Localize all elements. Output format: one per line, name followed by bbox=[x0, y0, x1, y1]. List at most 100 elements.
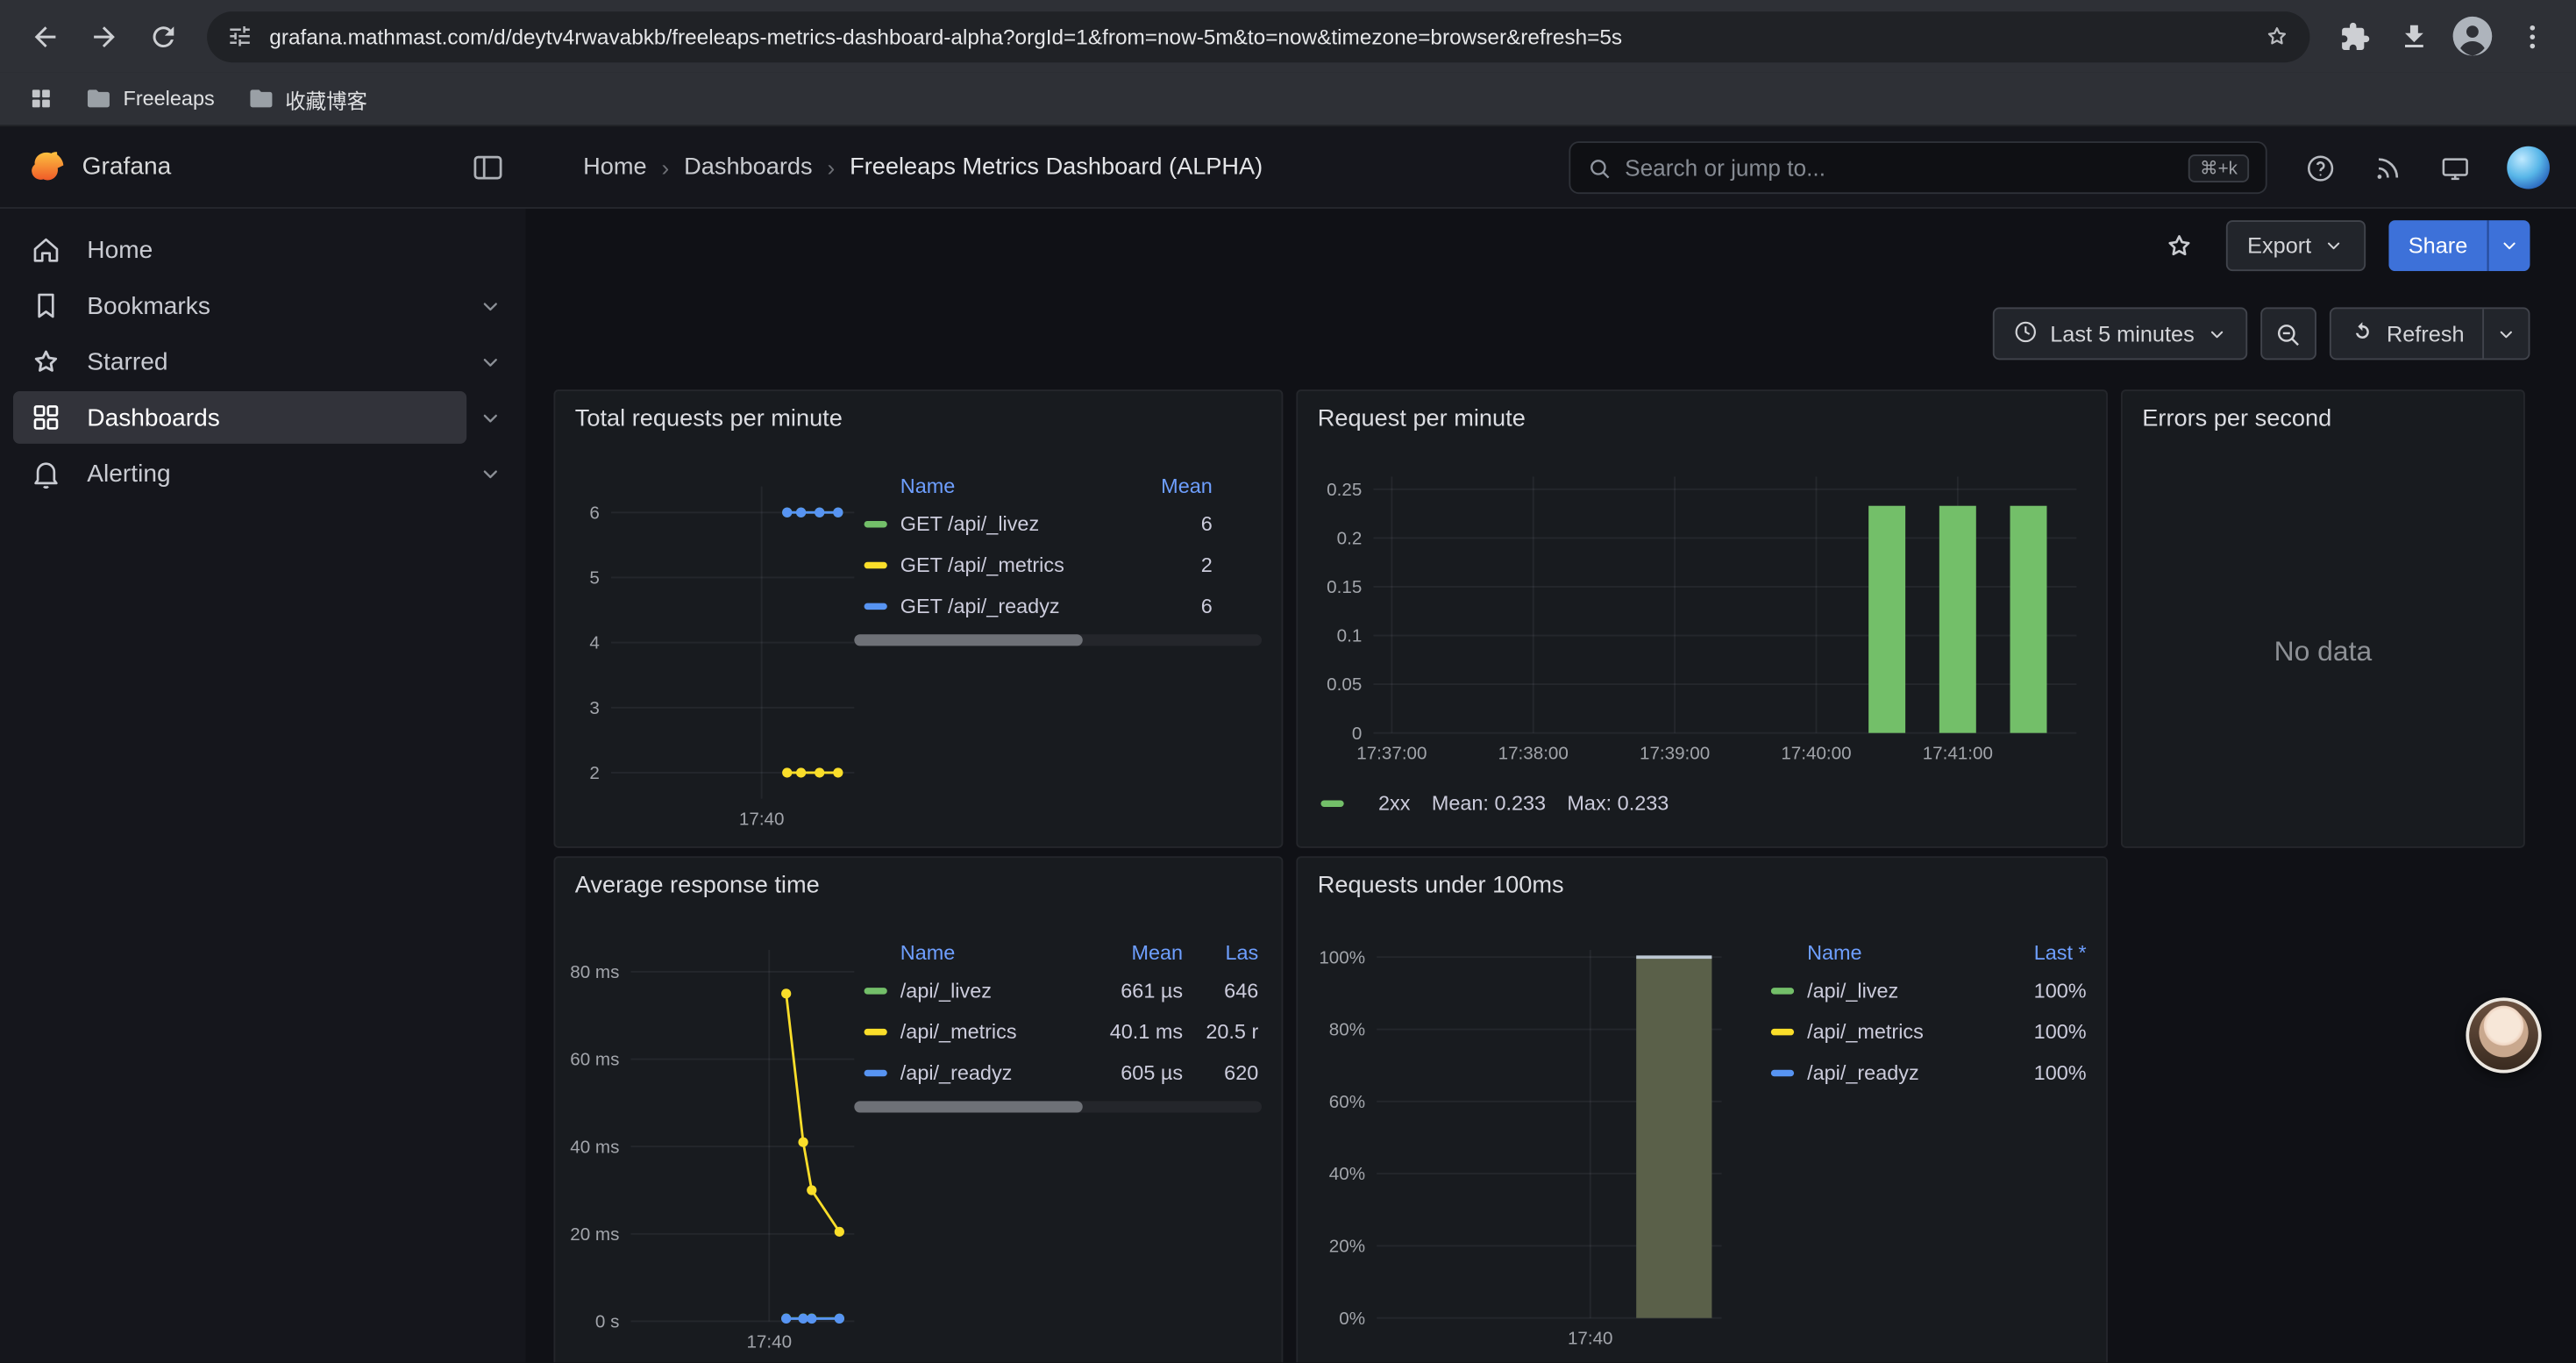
svg-text:17:37:00: 17:37:00 bbox=[1356, 744, 1427, 764]
browser-toolbar: grafana.mathmast.com/d/deytv4rwavabkb/fr… bbox=[0, 0, 2576, 72]
svg-text:100%: 100% bbox=[1319, 947, 1365, 967]
url-text[interactable]: grafana.mathmast.com/d/deytv4rwavabkb/fr… bbox=[269, 24, 2247, 48]
request-per-minute-chart[interactable]: 0.250.20.150.10.05017:37:0017:38:0017:39… bbox=[1311, 470, 2096, 776]
legend-row[interactable]: /api/_livez100% bbox=[1771, 969, 2087, 1010]
requests-under-100ms-chart[interactable]: 100%80%60%40%20%0%17:40 bbox=[1311, 937, 1741, 1362]
panel-title[interactable]: Errors per second bbox=[2123, 391, 2523, 447]
legend-sort-col[interactable]: Mean bbox=[1087, 942, 1183, 965]
svg-text:0.25: 0.25 bbox=[1327, 480, 1362, 500]
svg-text:60 ms: 60 ms bbox=[570, 1050, 619, 1070]
share-button[interactable]: Share bbox=[2388, 220, 2487, 271]
chevron-down-icon[interactable] bbox=[466, 339, 512, 384]
panel-requests-under-100ms: Requests under 100ms 100%80%60%40%20%0%1… bbox=[1296, 856, 2108, 1362]
series-name: /api/_metrics bbox=[1807, 1020, 2001, 1043]
legend-row[interactable]: /api/_metrics40.1 ms20.5 r bbox=[865, 1010, 1259, 1052]
scrollbar-thumb[interactable] bbox=[854, 1101, 1082, 1112]
series-name: /api/_readyz bbox=[900, 1060, 1088, 1083]
legend-row[interactable]: /api/_livez661 µs646 bbox=[865, 969, 1259, 1010]
panel-title[interactable]: Average response time bbox=[555, 858, 1281, 914]
svg-text:40%: 40% bbox=[1329, 1164, 1365, 1184]
time-range-button[interactable]: Last 5 minutes bbox=[1995, 309, 2245, 358]
breadcrumb-item: Freeleaps Metrics Dashboard (ALPHA) bbox=[850, 154, 1263, 181]
chevron-down-icon[interactable] bbox=[466, 450, 512, 496]
legend-row[interactable]: /api/_readyz100% bbox=[1771, 1052, 2087, 1093]
legend-row[interactable]: /api/_metrics100% bbox=[1771, 1010, 2087, 1052]
legend-scrollbar[interactable] bbox=[854, 634, 1262, 646]
series-value: 100% bbox=[2001, 1020, 2086, 1043]
floating-assistant-avatar[interactable] bbox=[2466, 997, 2541, 1073]
browser-menu-icon[interactable] bbox=[2504, 8, 2560, 64]
series-name: GET /api/_livez bbox=[900, 512, 1121, 535]
refresh-interval-caret[interactable] bbox=[2482, 309, 2528, 358]
clock-icon bbox=[2012, 318, 2039, 350]
reload-button[interactable] bbox=[135, 8, 191, 64]
back-button[interactable] bbox=[17, 8, 73, 64]
address-bar[interactable]: grafana.mathmast.com/d/deytv4rwavabkb/fr… bbox=[207, 11, 2309, 61]
kiosk-monitor-icon[interactable] bbox=[2439, 152, 2471, 183]
sidebar-item-starred[interactable]: Starred bbox=[13, 335, 466, 388]
legend-row[interactable]: GET /api/_metrics2 bbox=[865, 544, 1213, 585]
extensions-icon[interactable] bbox=[2326, 8, 2382, 64]
series-name: /api/_livez bbox=[900, 979, 1088, 1002]
panel-errors-per-second: Errors per second No data bbox=[2121, 389, 2525, 848]
average-response-time-chart[interactable]: 80 ms60 ms40 ms20 ms0 s17:40 bbox=[568, 940, 864, 1363]
chevron-down-icon[interactable] bbox=[466, 395, 512, 440]
refresh-button[interactable]: Refresh bbox=[2330, 309, 2482, 358]
legend-sort-col[interactable]: Mean bbox=[1121, 475, 1213, 497]
mega-menu-dock-icon[interactable] bbox=[470, 150, 506, 186]
forward-button[interactable] bbox=[75, 8, 132, 64]
legend-sort-col[interactable]: Last * bbox=[2001, 942, 2086, 965]
legend-sort-col[interactable]: Las bbox=[1183, 942, 1258, 965]
breadcrumb-separator: › bbox=[662, 154, 670, 181]
panel-average-response-time: Average response time 80 ms60 ms40 ms20 … bbox=[553, 856, 1283, 1362]
series-name[interactable]: 2xx bbox=[1378, 792, 1410, 815]
panel-title[interactable]: Requests under 100ms bbox=[1298, 858, 2106, 914]
home-icon bbox=[30, 233, 62, 266]
bookmark-items: Freeleaps收藏博客 bbox=[72, 78, 381, 119]
bookmark-item[interactable]: 收藏博客 bbox=[234, 78, 381, 119]
search-input[interactable]: Search or jump to... ⌘+k bbox=[1569, 141, 2266, 194]
export-button[interactable]: Export bbox=[2226, 220, 2366, 271]
legend-header: NameLast * bbox=[1771, 937, 2087, 969]
sidebar-item-dashboards[interactable]: Dashboards bbox=[13, 391, 466, 444]
zoom-out-time-button[interactable] bbox=[2260, 307, 2316, 360]
news-rss-icon[interactable] bbox=[2373, 152, 2404, 183]
breadcrumb-item[interactable]: Home bbox=[583, 154, 646, 181]
panel-title[interactable]: Total requests per minute bbox=[555, 391, 1281, 447]
sidebar-item-home[interactable]: Home bbox=[13, 224, 466, 276]
favorite-star-icon[interactable] bbox=[2157, 223, 2202, 268]
svg-text:0%: 0% bbox=[1339, 1309, 1365, 1329]
series-name: /api/_metrics bbox=[900, 1020, 1088, 1043]
svg-text:17:40: 17:40 bbox=[739, 810, 785, 830]
legend-sort-name[interactable]: Name bbox=[900, 475, 1121, 497]
sidebar-item-alerting[interactable]: Alerting bbox=[13, 447, 466, 500]
total-requests-chart[interactable]: 6543217:40 bbox=[568, 474, 864, 852]
legend-row[interactable]: GET /api/_livez6 bbox=[865, 503, 1213, 544]
series-value: 6 bbox=[1121, 594, 1213, 617]
legend-sort-name[interactable]: Name bbox=[900, 942, 1088, 965]
downloads-icon[interactable] bbox=[2386, 8, 2442, 64]
scrollbar-thumb[interactable] bbox=[854, 634, 1082, 646]
series-marker bbox=[1771, 1069, 1794, 1075]
svg-text:3: 3 bbox=[589, 698, 599, 718]
help-icon[interactable] bbox=[2305, 152, 2337, 183]
grafana-logo-icon[interactable] bbox=[28, 148, 68, 188]
site-settings-icon[interactable] bbox=[227, 23, 253, 49]
user-avatar[interactable] bbox=[2507, 146, 2550, 189]
time-range-picker: Last 5 minutes bbox=[1993, 307, 2247, 360]
apps-grid-icon[interactable] bbox=[19, 77, 62, 120]
legend-sort-name[interactable]: Name bbox=[1807, 942, 2001, 965]
chevron-down-icon[interactable] bbox=[466, 282, 512, 328]
sidebar-item-bookmarks[interactable]: Bookmarks bbox=[13, 280, 466, 332]
share-menu-caret[interactable] bbox=[2487, 220, 2530, 271]
series-mean: Mean: 0.233 bbox=[1432, 792, 1546, 815]
profile-avatar[interactable] bbox=[2444, 8, 2501, 64]
share-split-button: Share bbox=[2388, 220, 2530, 271]
bookmark-item[interactable]: Freeleaps bbox=[72, 78, 227, 119]
legend-scrollbar[interactable] bbox=[854, 1101, 1262, 1112]
legend-row[interactable]: GET /api/_readyz6 bbox=[865, 585, 1213, 626]
breadcrumb-item[interactable]: Dashboards bbox=[684, 154, 812, 181]
bookmark-star-icon[interactable] bbox=[2264, 23, 2290, 49]
legend-row[interactable]: /api/_readyz605 µs620 bbox=[865, 1052, 1259, 1093]
panel-title[interactable]: Request per minute bbox=[1298, 391, 2106, 447]
